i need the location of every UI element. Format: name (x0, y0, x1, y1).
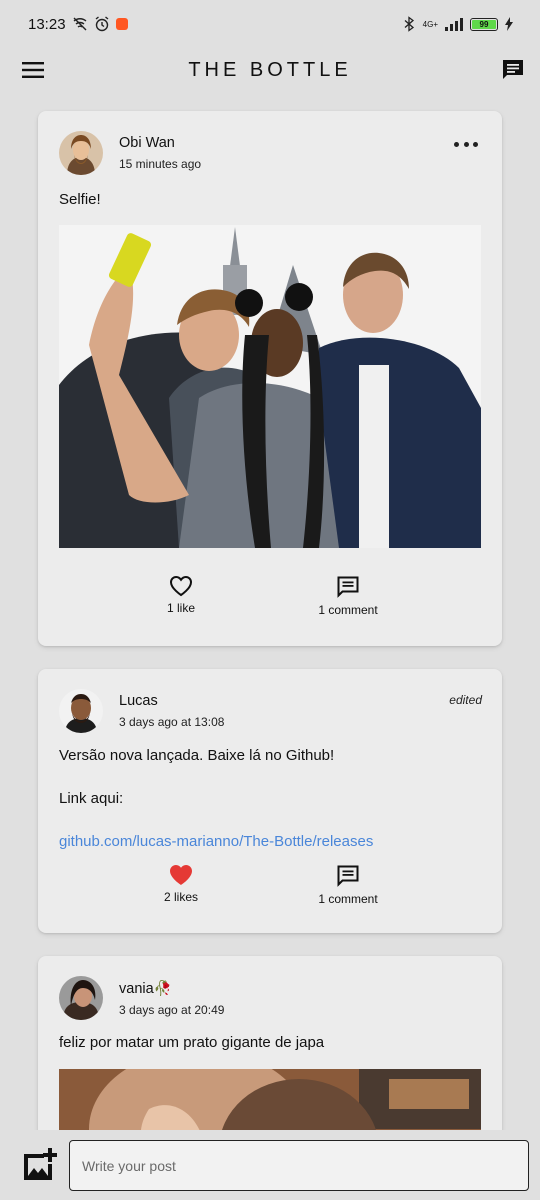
post-text-line-2: Link aqui: (59, 790, 124, 807)
comment-icon (337, 576, 359, 598)
status-bar: 13:23 4G+ 99 (0, 0, 540, 48)
feed[interactable]: Obi Wan 15 minutes ago Selfie! 1 like 1 … (0, 92, 540, 1130)
network-type: 4G+ (422, 19, 438, 29)
avatar[interactable] (59, 976, 103, 1020)
author-block: vania🥀 3 days ago at 20:49 (119, 980, 224, 1017)
author-name[interactable]: Lucas (119, 693, 224, 709)
alarm-icon (95, 16, 108, 32)
battery-icon: 99 (470, 17, 498, 31)
bluetooth-icon (404, 16, 414, 32)
edited-label: edited (449, 693, 482, 707)
comment-button[interactable]: 1 comment (288, 864, 408, 906)
post-header: Obi Wan 15 minutes ago (59, 131, 482, 177)
post-image[interactable] (59, 225, 481, 548)
status-left: 13:23 (28, 16, 128, 33)
post-time: 15 minutes ago (119, 157, 202, 171)
post-actions: 1 like 1 comment (38, 575, 502, 619)
menu-button[interactable] (20, 57, 46, 83)
heart-outline-icon (169, 575, 193, 597)
post-text: feliz por matar um prato gigante de japa (59, 1034, 325, 1051)
likes-count: 2 likes (163, 890, 198, 904)
post-input[interactable] (69, 1140, 529, 1191)
add-photo-button[interactable] (22, 1148, 58, 1182)
post-composer (0, 1130, 540, 1200)
author-block: Lucas 3 days ago at 13:08 (119, 693, 224, 729)
battery-level: 99 (479, 19, 489, 29)
post-image[interactable] (59, 1069, 481, 1130)
author-name[interactable]: Obi Wan (119, 135, 201, 151)
app-title: THE BOTTLE (188, 58, 352, 81)
post-time: 3 days ago at 20:49 (119, 1003, 225, 1017)
author-block: Obi Wan 15 minutes ago (119, 135, 201, 171)
charging-icon (505, 17, 513, 31)
app-bar: THE BOTTLE (0, 48, 540, 92)
post-link[interactable]: github.com/lucas-marianno/The-Bottle/rel… (59, 833, 373, 850)
avatar[interactable] (59, 131, 103, 175)
avatar[interactable] (59, 689, 103, 733)
post-card: Lucas 3 days ago at 13:08 edited Versão … (38, 669, 502, 933)
wifi-off-icon (73, 17, 87, 31)
chat-icon (503, 60, 523, 79)
comments-count: 1 comment (318, 892, 378, 906)
status-time: 13:23 (28, 15, 66, 33)
comment-icon (337, 865, 359, 887)
post-time: 3 days ago at 13:08 (119, 715, 225, 729)
like-button[interactable]: 2 likes (121, 864, 241, 904)
chat-button[interactable] (500, 57, 526, 83)
post-text: Versão nova lançada. Baixe lá no Github! (59, 747, 335, 764)
heart-filled-icon (170, 865, 192, 885)
comment-button[interactable]: 1 comment (288, 575, 408, 617)
post-card: Obi Wan 15 minutes ago Selfie! 1 like 1 … (38, 111, 502, 646)
status-right: 4G+ 99 (401, 16, 514, 32)
menu-icon (22, 62, 44, 78)
post-actions: 2 likes 1 comment (38, 864, 502, 908)
likes-count: 1 like (166, 601, 195, 615)
comments-count: 1 comment (318, 603, 378, 617)
post-header: Lucas 3 days ago at 13:08 edited (59, 689, 482, 735)
add-photo-icon (24, 1148, 57, 1180)
post-text: Selfie! (59, 191, 101, 208)
post-card: vania🥀 3 days ago at 20:49 feliz por mat… (38, 956, 502, 1130)
signal-icon (445, 18, 463, 31)
more-options-icon[interactable] (454, 137, 478, 151)
reddit-notification-icon (115, 18, 128, 30)
author-name[interactable]: vania🥀 (119, 980, 224, 997)
like-button[interactable]: 1 like (121, 575, 241, 615)
post-header: vania🥀 3 days ago at 20:49 (59, 976, 482, 1022)
